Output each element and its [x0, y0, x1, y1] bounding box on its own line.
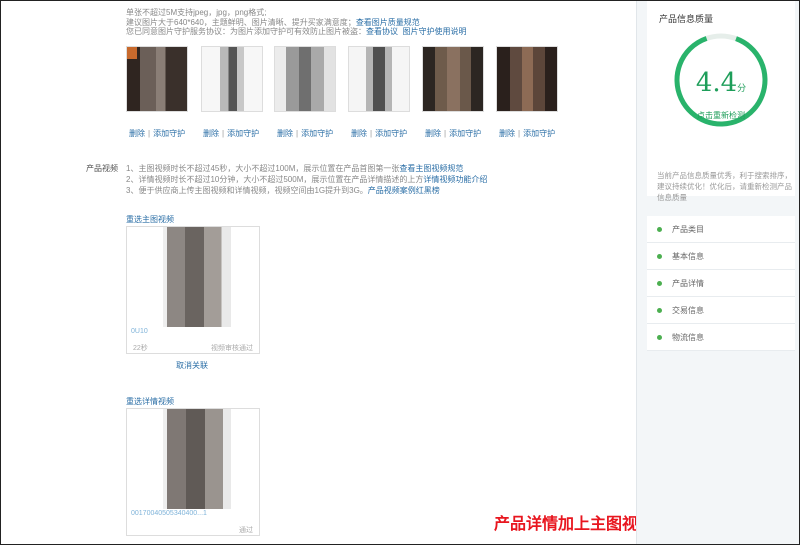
screenshot-border — [0, 0, 800, 545]
